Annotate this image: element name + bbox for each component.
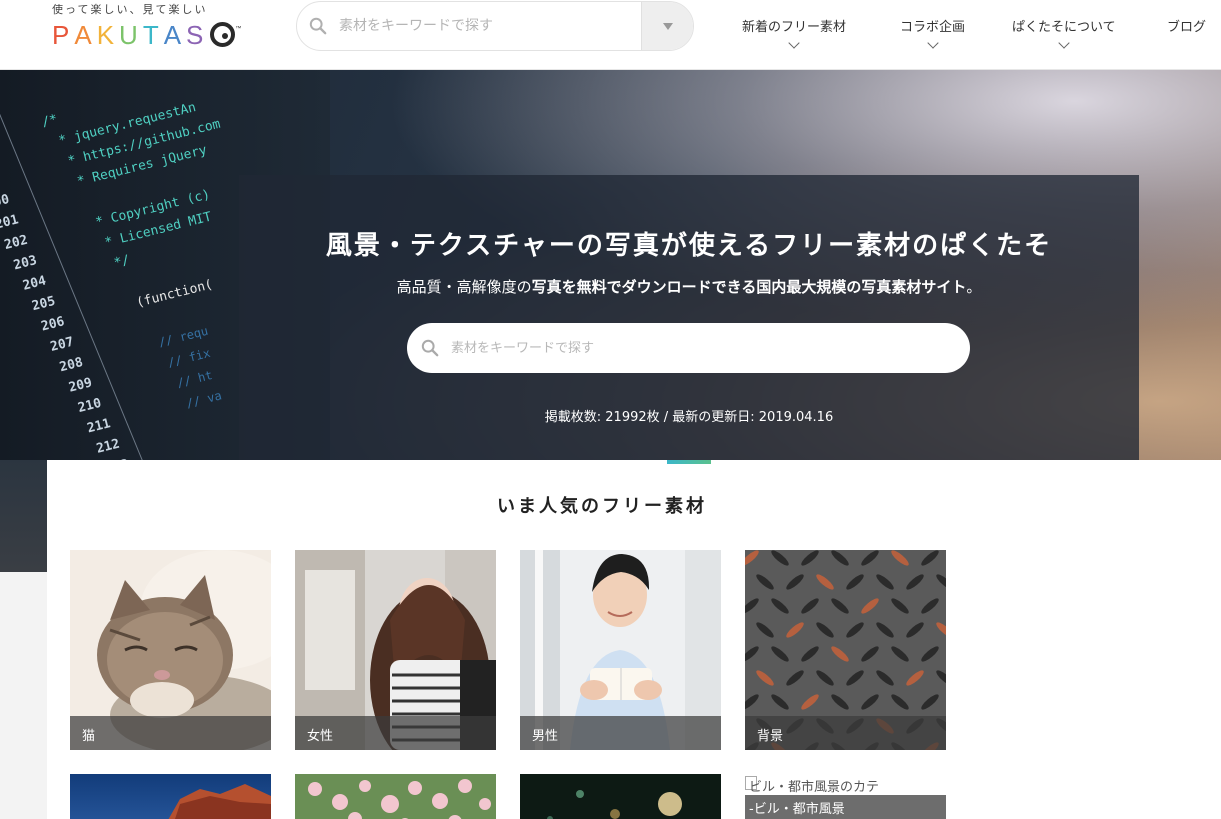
- flowers-photo: [295, 774, 496, 819]
- logo-tagline: 使って楽しい、見て楽しい: [52, 3, 208, 16]
- category-card-sunset-rock[interactable]: [70, 774, 271, 819]
- card-label: 猫: [70, 716, 271, 750]
- hero-title: 風景・テクスチャーの写真が使えるフリー素材のぱくたそ: [325, 231, 1053, 261]
- category-card-flowers[interactable]: [295, 774, 496, 819]
- chevron-down-icon: [1058, 37, 1070, 49]
- nav-label: ぱくたそについて: [1012, 20, 1116, 35]
- nav-label: 新着のフリー素材: [742, 20, 847, 35]
- category-card-woman[interactable]: 女性: [295, 550, 496, 750]
- hero-subtitle-suffix: 。: [966, 278, 982, 296]
- hero-search-input[interactable]: [451, 323, 951, 373]
- hero-section: 196197198 199200201 202203204 205206207 …: [0, 70, 1221, 460]
- card-label: -ビル・都市風景: [745, 795, 946, 819]
- nav-about[interactable]: ぱくたそについて: [1012, 16, 1116, 49]
- hero-background-overflow: [0, 460, 47, 572]
- hero-stats: 掲載枚数: 21992枚 / 最新の更新日: 2019.04.16: [544, 410, 834, 425]
- hero-subtitle: 高品質・高解像度の写真を無料でダウンロードできる国内最大規模の写真素材サイト。: [239, 276, 1139, 297]
- nav-blog[interactable]: ブログ: [1167, 16, 1206, 35]
- category-card-cat[interactable]: 猫: [70, 550, 271, 750]
- nav-label: ブログ: [1167, 20, 1207, 35]
- chevron-down-icon: [788, 37, 800, 49]
- category-card-city[interactable]: ビル・都市風景のカテ -ビル・都市風景: [745, 774, 946, 819]
- hero-search: [407, 323, 970, 373]
- hero-subtitle-prefix: 高品質・高解像度の: [396, 278, 532, 296]
- card-label: 女性: [295, 716, 496, 750]
- rock-photo: [70, 774, 271, 819]
- main-nav: 新着のフリー素材 コラボ企画 ぱくたそについて ブログ: [0, 16, 1221, 56]
- night-photo: [520, 774, 721, 819]
- hero-panel: 風景・テクスチャーの写真が使えるフリー素材のぱくたそ 高品質・高解像度の写真を無…: [239, 175, 1139, 460]
- category-card-background[interactable]: 背景: [745, 550, 946, 750]
- search-icon: [421, 339, 439, 357]
- popular-section-title: いま人気のフリー素材: [497, 496, 707, 517]
- accent-divider: [667, 460, 711, 464]
- category-card-night[interactable]: [520, 774, 721, 819]
- site-header: 使って楽しい、見て楽しい PAKUTAS™ 新着のフリー素材 コラボ企画 ぱくた…: [0, 0, 1221, 70]
- category-card-man[interactable]: 男性: [520, 550, 721, 750]
- hero-subtitle-bold: 写真を無料でダウンロードできる国内最大規模の写真素材サイト: [531, 278, 967, 296]
- nav-label: コラボ企画: [900, 20, 966, 35]
- card-label: 男性: [520, 716, 721, 750]
- nav-collaboration[interactable]: コラボ企画: [900, 16, 966, 49]
- broken-image-alt: ビル・都市風景のカテ: [749, 780, 880, 795]
- nav-new-materials[interactable]: 新着のフリー素材: [742, 16, 847, 49]
- card-label: 背景: [745, 716, 946, 750]
- chevron-down-icon: [926, 37, 939, 49]
